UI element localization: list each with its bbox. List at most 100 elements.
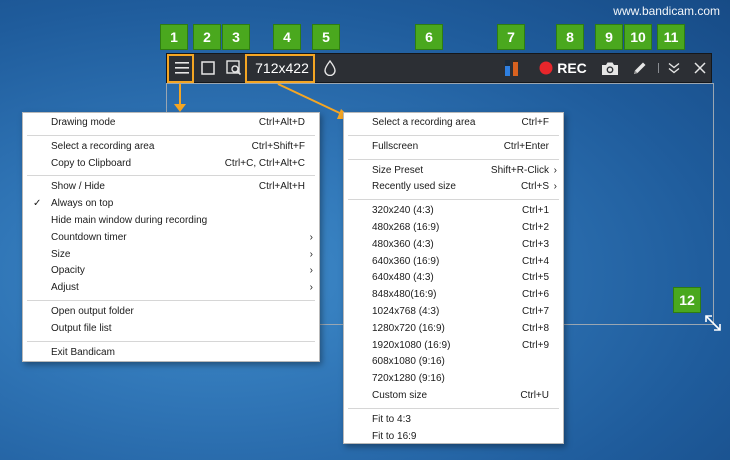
menu-item[interactable]: Fit to 4:3: [344, 412, 563, 429]
menu-item-label: 640x360 (16:9): [372, 255, 440, 267]
menu-item[interactable]: 848x480(16:9) Ctrl+6: [344, 287, 563, 304]
menu-item-shortcut: Ctrl+2: [522, 221, 549, 233]
menu-item-shortcut: Ctrl+6: [522, 289, 549, 301]
menu-item[interactable]: Show / Hide Ctrl+Alt+H: [23, 179, 319, 196]
menu-item-shortcut: Ctrl+S: [520, 181, 549, 193]
record-label: REC: [557, 60, 587, 76]
menu-item[interactable]: 1920x1080 (16:9) Ctrl+9: [344, 338, 563, 355]
menu-item[interactable]: 480x360 (4:3) Ctrl+3: [344, 237, 563, 254]
opacity-button[interactable]: [319, 54, 341, 82]
menu-item[interactable]: Output file list: [23, 321, 319, 338]
size-context-menu: Select a recording area Ctrl+F Fullscreen C…: [343, 112, 564, 444]
menu-item[interactable]: Size ›: [23, 247, 319, 264]
menu-separator: [27, 299, 315, 301]
menu-item-label: Select a recording area: [372, 117, 476, 128]
menu-item-label: 320x240 (4:3): [372, 205, 434, 217]
menu-item-label: Select a recording area: [51, 140, 155, 152]
menu-item[interactable]: Exit Bandicam: [23, 345, 319, 362]
menu-item[interactable]: 608x1080 (9:16): [344, 354, 563, 371]
menu-item-label: Size: [51, 248, 71, 260]
menu-item-label: 608x1080 (9:16): [372, 356, 445, 368]
callout-badge-6: 6: [415, 24, 443, 50]
menu-item-shortcut: Ctrl+Alt+H: [258, 181, 305, 193]
screenshot-button[interactable]: [599, 54, 621, 82]
menu-item-shortcut: Ctrl+Alt+D: [258, 117, 305, 128]
menu-item[interactable]: Fullscreen Ctrl+Enter: [344, 139, 563, 156]
menu-separator: [348, 134, 559, 136]
menu-item[interactable]: Open output folder: [23, 304, 319, 321]
menu-item[interactable]: Size Preset Shift+R-Click ›: [344, 163, 563, 180]
menu-item[interactable]: Fit to 16:9: [344, 429, 563, 446]
select-window-button[interactable]: [223, 54, 245, 82]
collapse-button[interactable]: [663, 54, 685, 82]
close-button[interactable]: [689, 54, 711, 82]
callout-badge-1: 1: [160, 24, 188, 50]
menu-item-label: Countdown timer: [51, 231, 127, 243]
menu-item[interactable]: 1280x720 (16:9) Ctrl+8: [344, 321, 563, 338]
menu-item[interactable]: ✓ Always on top: [23, 196, 319, 213]
menu-item-label: Exit Bandicam: [51, 346, 115, 358]
menu-item[interactable]: Recently used size Ctrl+S ›: [344, 179, 563, 196]
menu-item-label: Always on top: [51, 198, 114, 210]
record-button[interactable]: REC: [535, 54, 591, 82]
chevron-right-icon: ›: [553, 181, 557, 193]
menu-item[interactable]: 720x1280 (9:16): [344, 371, 563, 388]
camera-icon: [601, 61, 619, 76]
callout-badge-2: 2: [193, 24, 221, 50]
menu-item-shortcut: Ctrl+7: [522, 305, 549, 317]
resize-icon[interactable]: [703, 313, 723, 338]
menu-item-label: Custom size: [372, 389, 428, 401]
chevron-right-icon: ›: [553, 164, 557, 176]
callout-badge-8: 8: [556, 24, 584, 50]
fullscreen-mode-button[interactable]: [197, 54, 219, 82]
menu-item-label: Fit to 4:3: [372, 413, 411, 425]
menu-item[interactable]: Copy to Clipboard Ctrl+C, Ctrl+Alt+C: [23, 156, 319, 173]
menu-item[interactable]: Select a recording area Ctrl+F: [344, 115, 563, 132]
window-search-icon: [226, 60, 242, 76]
menu-item[interactable]: Drawing mode Ctrl+Alt+D: [23, 115, 319, 132]
watermark: www.bandicam.com: [613, 4, 720, 18]
callout-badge-3: 3: [222, 24, 250, 50]
separator-line: [657, 63, 659, 73]
menu-item-label: Size Preset: [372, 164, 424, 176]
menu-item-shortcut: Ctrl+U: [520, 389, 549, 401]
main-context-menu: Drawing mode Ctrl+Alt+D Select a recording…: [22, 112, 320, 362]
menu-item[interactable]: 480x268 (16:9) Ctrl+2: [344, 220, 563, 237]
menu-item-label: 1280x720 (16:9): [372, 322, 445, 334]
menu-item-shortcut: Shift+R-Click: [490, 164, 549, 176]
menu-separator: [27, 134, 315, 136]
rectangle-icon: [201, 61, 215, 75]
menu-item-label: Show / Hide: [51, 181, 105, 193]
menu-item[interactable]: 640x480 (4:3) Ctrl+5: [344, 270, 563, 287]
callout-badge-9: 9: [595, 24, 623, 50]
menu-separator: [348, 199, 559, 201]
menu-item[interactable]: Custom size Ctrl+U: [344, 388, 563, 405]
close-icon: [694, 62, 706, 74]
chevron-right-icon: ›: [309, 231, 313, 243]
menu-separator: [27, 175, 315, 177]
menu-item[interactable]: 320x240 (4:3) Ctrl+1: [344, 203, 563, 220]
menu-item-label: 480x268 (16:9): [372, 221, 440, 233]
callout-badge-11: 11: [657, 24, 685, 50]
toolbar-separator: [655, 54, 661, 82]
menu-item-shortcut: Ctrl+C, Ctrl+Alt+C: [224, 157, 305, 169]
menu-item-label: 720x1280 (9:16): [372, 373, 445, 385]
menu-item-shortcut: Ctrl+1: [522, 205, 549, 217]
menu-item-label: 640x480 (4:3): [372, 272, 434, 284]
drawing-mode-button[interactable]: [629, 54, 651, 82]
menu-item[interactable]: Hide main window during recording: [23, 213, 319, 230]
menu-item-label: 1024x768 (4:3): [372, 305, 440, 317]
menu-button-highlight: [167, 54, 194, 83]
menu-item[interactable]: Countdown timer ›: [23, 230, 319, 247]
size-button-highlight: [245, 54, 315, 83]
menu-item[interactable]: Select a recording area Ctrl+Shift+F: [23, 139, 319, 156]
menu-item-label: Hide main window during recording: [51, 214, 208, 226]
menu-item[interactable]: 640x360 (16:9) Ctrl+4: [344, 254, 563, 271]
menu-item[interactable]: Opacity ›: [23, 263, 319, 280]
menu-item[interactable]: 1024x768 (4:3) Ctrl+7: [344, 304, 563, 321]
menu-item-label: Open output folder: [51, 305, 134, 317]
menu-item[interactable]: Adjust ›: [23, 280, 319, 297]
collapse-icon: [668, 62, 680, 74]
menu-item-label: Adjust: [51, 282, 79, 294]
menu-item-shortcut: Ctrl+5: [522, 272, 549, 284]
